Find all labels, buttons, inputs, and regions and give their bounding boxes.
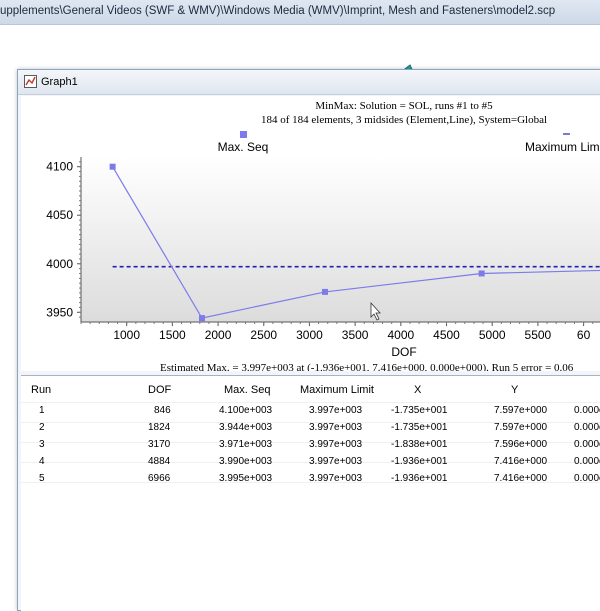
cell-dof: 4884 bbox=[148, 456, 171, 467]
header-maximum-limit[interactable]: Maximum Limit bbox=[300, 384, 374, 396]
x-tick-label: 4500 bbox=[433, 328, 460, 342]
cell-z: 0.000e bbox=[574, 456, 600, 467]
header-y[interactable]: Y bbox=[511, 384, 518, 396]
cell-run: 3 bbox=[39, 439, 45, 450]
y-tick-label: 4000 bbox=[46, 257, 73, 271]
x-tick-label: 4000 bbox=[387, 328, 414, 342]
x-tick-label: 60 bbox=[577, 328, 591, 342]
header-max-seq[interactable]: Max. Seq bbox=[224, 384, 270, 396]
cell-x: -1.936e+001 bbox=[391, 456, 448, 467]
cell-maximum-limit: 3.997e+003 bbox=[309, 422, 363, 433]
cell-y: 7.597e+000 bbox=[494, 422, 548, 433]
x-tick-label: 1500 bbox=[159, 328, 186, 342]
header-run[interactable]: Run bbox=[31, 384, 51, 396]
y-tick-label: 4100 bbox=[46, 160, 73, 174]
x-axis-label: DOF bbox=[391, 345, 416, 359]
cell-y: 7.416e+000 bbox=[494, 456, 548, 467]
cell-max-seq: 4.100e+003 bbox=[219, 405, 273, 416]
max-seq-point[interactable] bbox=[321, 288, 328, 295]
cell-maximum-limit: 3.997e+003 bbox=[309, 456, 363, 467]
legend-marker-max-seq bbox=[240, 131, 247, 138]
file-path-title: upplements\General Videos (SWF & WMV)\Wi… bbox=[0, 5, 556, 17]
legend-label-max-seq: Max. Seq bbox=[218, 140, 269, 154]
max-seq-point[interactable] bbox=[109, 163, 116, 170]
cell-max-seq: 3.971e+003 bbox=[219, 439, 273, 450]
cell-run: 5 bbox=[39, 473, 45, 484]
legend-label-maximum-limit: Maximum Limi bbox=[525, 140, 600, 154]
x-tick-label: 5500 bbox=[525, 328, 552, 342]
cell-z: 0.000e bbox=[574, 473, 600, 484]
graph-icon bbox=[24, 75, 37, 88]
cell-y: 7.416e+000 bbox=[494, 473, 548, 484]
x-tick-label: 3000 bbox=[296, 328, 323, 342]
graph-window-titlebar[interactable]: Graph1 bbox=[18, 70, 600, 95]
cell-y: 7.596e+000 bbox=[494, 439, 548, 450]
x-tick-label: 2000 bbox=[205, 328, 232, 342]
cell-dof: 3170 bbox=[148, 439, 171, 450]
plot-background bbox=[81, 157, 600, 322]
cell-run: 1 bbox=[39, 405, 45, 416]
cell-dof: 6966 bbox=[148, 473, 171, 484]
cell-max-seq: 3.944e+003 bbox=[219, 422, 273, 433]
cell-dof: 1824 bbox=[148, 422, 171, 433]
x-tick-label: 5000 bbox=[479, 328, 506, 342]
cell-maximum-limit: 3.997e+003 bbox=[309, 439, 363, 450]
y-tick-label: 4050 bbox=[46, 208, 73, 222]
x-tick-label: 1000 bbox=[113, 328, 140, 342]
max-seq-point[interactable] bbox=[478, 270, 485, 277]
app-title-bar: upplements\General Videos (SWF & WMV)\Wi… bbox=[0, 0, 600, 25]
cell-max-seq: 3.990e+003 bbox=[219, 456, 273, 467]
cell-dof: 846 bbox=[154, 405, 171, 416]
cell-max-seq: 3.995e+003 bbox=[219, 473, 273, 484]
y-tick-label: 3950 bbox=[46, 305, 73, 319]
cell-x: -1.735e+001 bbox=[391, 422, 448, 433]
cell-y: 7.597e+000 bbox=[494, 405, 548, 416]
x-tick-label: 2500 bbox=[250, 328, 277, 342]
cell-run: 4 bbox=[39, 456, 45, 467]
results-table[interactable]: Run DOF Max. Seq Maximum Limit X Y Z 1 8… bbox=[21, 375, 600, 611]
cell-maximum-limit: 3.997e+003 bbox=[309, 405, 363, 416]
max-seq-point[interactable] bbox=[198, 315, 205, 322]
cell-x: -1.936e+001 bbox=[391, 473, 448, 484]
cell-z: 0.000e bbox=[574, 422, 600, 433]
cell-x: -1.735e+001 bbox=[391, 405, 448, 416]
graph-window-title: Graph1 bbox=[41, 76, 78, 88]
cell-z: 0.000e bbox=[574, 439, 600, 450]
x-tick-label: 3500 bbox=[342, 328, 369, 342]
chart-title: MinMax: Solution = SOL, runs #1 to #5 bbox=[315, 100, 493, 112]
cell-z: 0.000e bbox=[574, 405, 600, 416]
chart[interactable]: MinMax: Solution = SOL, runs #1 to #5 18… bbox=[21, 96, 600, 374]
header-dof[interactable]: DOF bbox=[148, 384, 171, 396]
header-x[interactable]: X bbox=[414, 384, 421, 396]
cell-run: 2 bbox=[39, 422, 45, 433]
estimate-annotation: Estimated Max. = 3.997e+003 at (-1.936e+… bbox=[160, 362, 574, 371]
chart-subtitle: 184 of 184 elements, 3 midsides (Element… bbox=[261, 114, 547, 126]
graph-window[interactable]: Graph1 MinMax: Solution = SOL, runs #1 t… bbox=[17, 69, 600, 611]
cell-maximum-limit: 3.997e+003 bbox=[309, 473, 363, 484]
cell-x: -1.838e+001 bbox=[391, 439, 448, 450]
plot-area[interactable]: MinMax: Solution = SOL, runs #1 to #5 18… bbox=[21, 96, 600, 374]
